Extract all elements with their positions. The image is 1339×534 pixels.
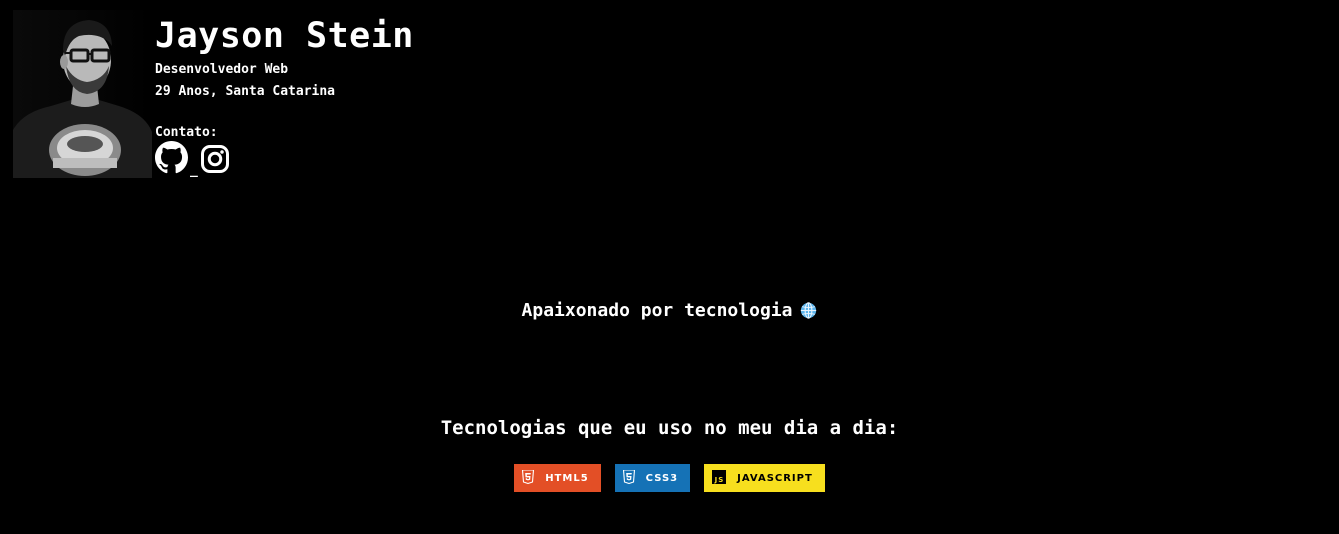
badge-label: CSS3 <box>645 472 679 484</box>
page: Jayson Stein Desenvolvedor Web 29 Anos, … <box>0 0 1339 534</box>
badge-css3: CSS3 <box>614 464 691 492</box>
contact-links: _ <box>155 141 414 178</box>
profile-name: Jayson Stein <box>155 16 414 56</box>
svg-text:JS: JS <box>714 476 725 484</box>
technology-badges: HTML5 CSS3 JS JAVASCRIPT <box>0 464 1339 492</box>
javascript-icon: JS <box>712 469 727 487</box>
html5-icon <box>522 468 535 487</box>
badge-label: HTML5 <box>545 472 589 484</box>
profile-details: 29 Anos, Santa Catarina <box>155 84 336 99</box>
badge-label: JAVASCRIPT <box>737 472 813 484</box>
badge-html5: HTML5 <box>514 464 601 492</box>
github-icon[interactable] <box>155 141 188 178</box>
profile-info: Jayson Stein Desenvolvedor Web 29 Anos, … <box>155 14 414 178</box>
technologies-title: Tecnologias que eu uso no meu dia a dia: <box>440 417 899 439</box>
css3-icon <box>622 468 635 487</box>
profile-role: Desenvolvedor Web <box>155 62 289 77</box>
instagram-icon[interactable] <box>200 144 230 178</box>
contact-label: Contato: <box>155 125 218 140</box>
tagline: Apaixonado por tecnologia <box>0 299 1339 326</box>
profile-photo <box>13 10 152 178</box>
contact-separator: _ <box>190 163 198 178</box>
globe-icon <box>800 302 817 326</box>
tagline-text: Apaixonado por tecnologia <box>521 300 793 321</box>
badge-javascript: JS JAVASCRIPT <box>704 464 825 492</box>
